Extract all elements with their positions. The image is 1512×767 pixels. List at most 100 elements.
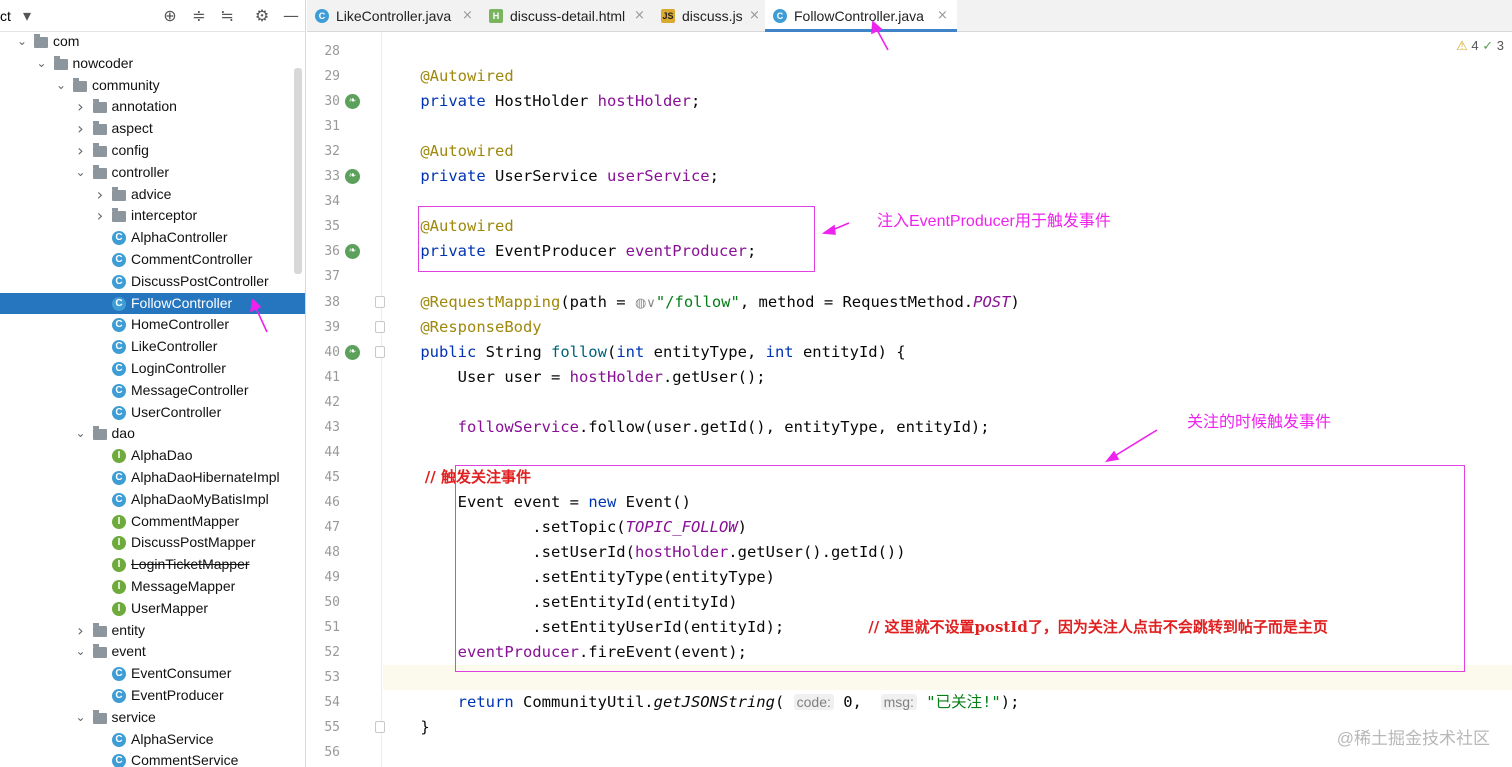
class-icon: C [112, 318, 126, 333]
chevron-right-icon[interactable]: › [75, 140, 87, 162]
tree-item-label: config [111, 141, 149, 158]
tree-file[interactable]: I UserMapper [0, 598, 305, 620]
chevron-down-icon[interactable]: ▾ [17, 6, 37, 26]
line-number: 30 [324, 94, 340, 110]
tree-item-label: CommentMapper [131, 512, 240, 529]
tree-file[interactable]: I CommentMapper [0, 511, 305, 533]
spring-bean-icon[interactable]: ❧ [345, 244, 360, 260]
tree-folder[interactable]: › aspect [0, 118, 305, 140]
tree-folder[interactable]: › config [0, 140, 305, 162]
project-view-title[interactable]: ct [0, 8, 11, 24]
chevron-down-icon[interactable]: ⌄ [55, 75, 67, 97]
tree-file[interactable]: C FollowController [0, 292, 305, 315]
tree-folder[interactable]: › annotation [0, 96, 305, 118]
tree-folder[interactable]: › interceptor [0, 205, 305, 227]
minimize-icon[interactable]: — [281, 6, 301, 26]
inspection-widget[interactable]: ⚠ 4 ✓ 3 [1456, 38, 1504, 54]
collapse-all-icon[interactable]: ≒ [217, 6, 237, 26]
chevron-down-icon[interactable]: ⌄ [75, 423, 87, 445]
tree-item-label: UserController [131, 403, 222, 420]
line-number: 56 [324, 745, 340, 761]
tree-folder[interactable]: ⌄ community [0, 75, 305, 97]
tree-folder[interactable]: ⌄ com [0, 31, 305, 53]
folder-icon [92, 121, 107, 136]
tab-discuss-detail[interactable]: H discuss-detail.html × [481, 0, 653, 32]
close-icon[interactable]: × [749, 0, 760, 32]
class-icon: C [112, 470, 126, 485]
chevron-right-icon[interactable]: › [94, 184, 106, 206]
tree-item-label: CommentController [131, 250, 253, 267]
tree-folder[interactable]: › entity [0, 620, 305, 642]
close-icon[interactable]: × [937, 0, 948, 32]
chevron-right-icon[interactable]: › [94, 205, 106, 227]
tree-item-label: DiscussPostMapper [131, 534, 256, 551]
code-token: @RequestMapping [383, 292, 561, 311]
code-line: @RequestMapping(path = ◍∨"/follow", meth… [383, 290, 1512, 315]
gear-icon[interactable]: ⚙ [252, 6, 272, 26]
tree-file[interactable]: C MessageController [0, 380, 305, 402]
chevron-down-icon[interactable]: ⌄ [75, 162, 87, 184]
tree-item-label: advice [131, 185, 172, 202]
tree-folder[interactable]: ⌄ event [0, 641, 305, 663]
tree-file[interactable]: C EventConsumer [0, 663, 305, 685]
line-number: 33 [324, 169, 340, 185]
chevron-down-icon[interactable]: ⌄ [75, 707, 87, 729]
tree-folder[interactable]: ⌄ service [0, 707, 305, 729]
tree-folder[interactable]: ⌄ nowcoder [0, 53, 305, 75]
tree-item-label: dao [111, 425, 135, 442]
code-line: @Autowired [383, 64, 1512, 89]
chevron-down-icon[interactable]: ⌄ [75, 641, 87, 663]
class-icon: C [112, 754, 126, 767]
tree-file[interactable]: I LoginTicketMapper [0, 554, 305, 576]
tree-folder[interactable]: › advice [0, 184, 305, 206]
tree-file[interactable]: C CommentController [0, 249, 305, 271]
tab-followcontroller[interactable]: C FollowController.java × [765, 0, 957, 32]
line-number: 31 [324, 119, 340, 135]
tree-file[interactable]: C AlphaController [0, 227, 305, 249]
tab-likecontroller[interactable]: C LikeController.java × [307, 0, 481, 32]
chevron-down-icon[interactable]: ⌄ [36, 53, 48, 75]
tree-file[interactable]: C AlphaDaoMyBatisImpl [0, 489, 305, 511]
tree-file[interactable]: C HomeController [0, 314, 305, 336]
close-icon[interactable]: × [462, 0, 473, 32]
tree-file[interactable]: C EventProducer [0, 685, 305, 707]
code-token: @Autowired [383, 67, 514, 86]
tree-file[interactable]: C AlphaService [0, 729, 305, 751]
folder-icon [92, 164, 107, 179]
tree-item-label: entity [111, 621, 145, 638]
tree-file[interactable]: I AlphaDao [0, 445, 305, 467]
spring-bean-icon[interactable]: ❧ [345, 344, 360, 360]
chevron-down-icon[interactable]: ⌄ [16, 31, 28, 53]
spring-bean-icon[interactable]: ❧ [345, 169, 360, 185]
tab-discuss-js[interactable]: JS discuss.js × [653, 0, 765, 32]
tree-file[interactable]: I MessageMapper [0, 576, 305, 598]
line-number: 32 [324, 144, 340, 160]
spring-bean-icon[interactable]: ❧ [345, 94, 360, 110]
project-toolbar: ct ▾ ⊕ ≑ ≒ ⚙ — [0, 0, 305, 32]
tree-file[interactable]: C DiscussPostController [0, 271, 305, 293]
line-number: 50 [324, 595, 340, 611]
code-token: public [383, 342, 486, 361]
tree-file[interactable]: C UserController [0, 402, 305, 424]
tree-folder[interactable]: ⌄ dao [0, 423, 305, 445]
tree-file[interactable]: I DiscussPostMapper [0, 532, 305, 554]
line-number: 47 [324, 519, 340, 535]
class-icon: C [112, 667, 126, 682]
sidebar-scrollbar[interactable] [294, 68, 302, 274]
tree-file[interactable]: C LoginController [0, 358, 305, 380]
tree-file[interactable]: C LikeController [0, 336, 305, 358]
class-icon: C [112, 492, 126, 507]
tree-folder[interactable]: ⌄ controller [0, 162, 305, 184]
close-icon[interactable]: × [634, 0, 645, 32]
chevron-right-icon[interactable]: › [75, 118, 87, 140]
interface-icon: I [112, 449, 126, 464]
chevron-right-icon[interactable]: › [75, 620, 87, 642]
code-token: } [383, 718, 430, 737]
tree-file[interactable]: C CommentService [0, 750, 305, 767]
crosshair-icon[interactable]: ⊕ [160, 6, 180, 26]
chevron-right-icon[interactable]: › [75, 96, 87, 118]
tree-file[interactable]: C AlphaDaoHibernateImpl [0, 467, 305, 489]
expand-all-icon[interactable]: ≑ [189, 6, 209, 26]
tab-label: discuss-detail.html [510, 8, 626, 24]
folder-icon [53, 55, 68, 70]
